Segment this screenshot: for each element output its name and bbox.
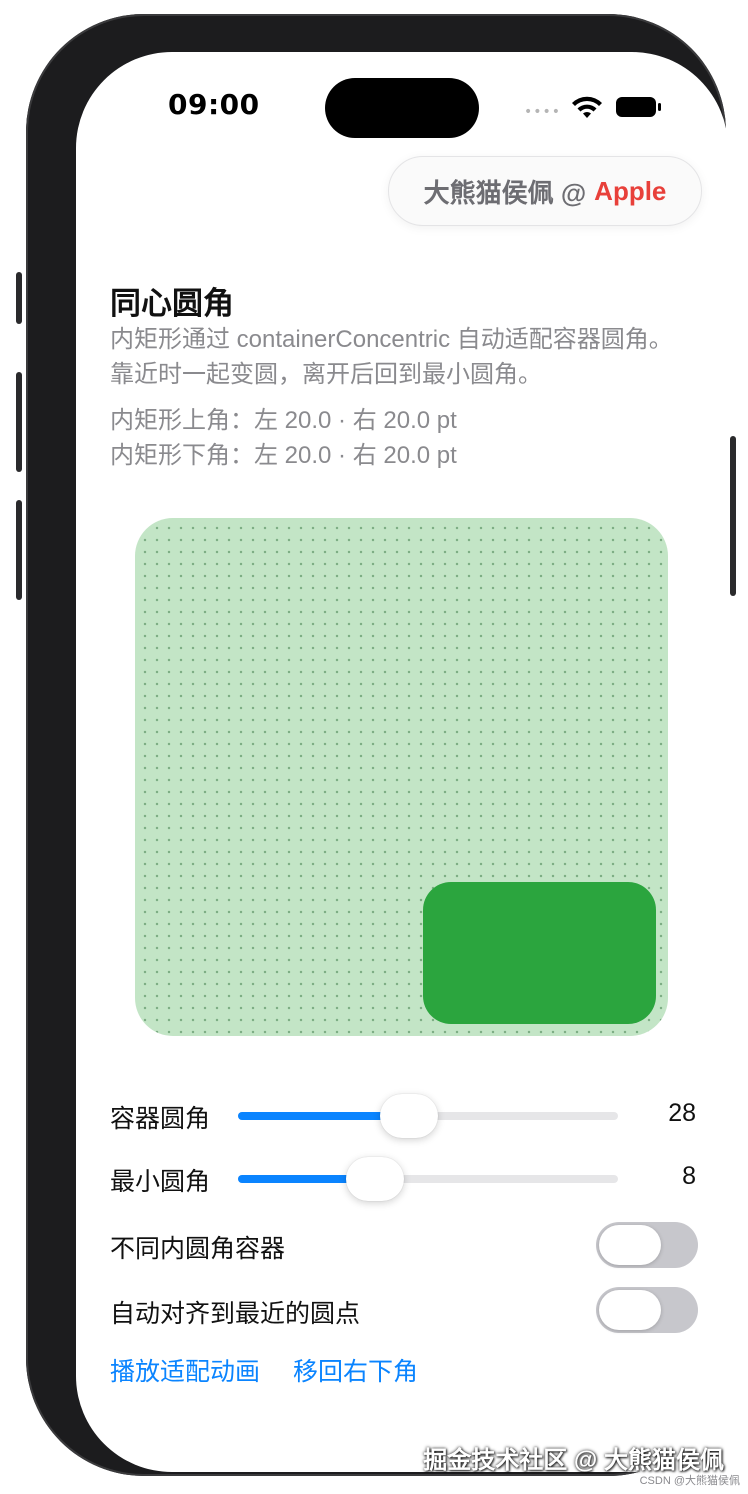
min-radius-value: 8 <box>682 1162 696 1190</box>
phone-frame: 09:00 •••• 大熊猫侯佩 @ Apple 同心圆角 内矩形通过 cont… <box>16 14 736 1476</box>
signal-dots: •••• <box>524 104 562 120</box>
battery-icon <box>616 97 661 117</box>
power-button <box>730 436 736 596</box>
top-corners-info: 内矩形上角：左 20.0 · 右 20.0 pt <box>110 407 457 434</box>
min-radius-slider[interactable] <box>238 1157 618 1201</box>
container-radius-thumb[interactable] <box>380 1094 438 1138</box>
author-name: 大熊猫侯佩 @ <box>423 177 587 208</box>
volume-up-button <box>16 372 22 472</box>
snap-toggle[interactable] <box>596 1287 698 1333</box>
volume-down-button <box>16 500 22 600</box>
min-radius-label: 最小圆角 <box>110 1168 211 1196</box>
watermark: 掘金技术社区 @ 大熊猫侯佩 <box>423 1447 724 1474</box>
container-preview[interactable] <box>135 518 668 1036</box>
move-back-button[interactable]: 移回右下角 <box>293 1352 418 1388</box>
min-radius-thumb[interactable] <box>345 1157 404 1201</box>
author-badge: 大熊猫侯佩 @ Apple <box>388 156 702 226</box>
page-description: 内矩形通过 containerConcentric 自动适配容器圆角。靠近时一起… <box>110 326 673 388</box>
container-radius-label: 容器圆角 <box>110 1105 211 1133</box>
wifi-icon <box>572 96 602 118</box>
snap-toggle-knob <box>599 1290 661 1330</box>
dynamic-island <box>325 78 479 138</box>
status-time: 09:00 <box>168 88 260 121</box>
different-inner-toggle-knob <box>599 1225 661 1265</box>
container-radius-slider[interactable] <box>238 1094 618 1138</box>
watermark-small: CSDN @大熊猫侯佩 <box>639 1475 740 1487</box>
inner-rectangle[interactable] <box>423 882 656 1024</box>
snap-label: 自动对齐到最近的圆点 <box>110 1300 361 1328</box>
action-button <box>16 272 22 324</box>
author-brand: Apple <box>594 175 667 206</box>
bottom-corners-info: 内矩形下角：左 20.0 · 右 20.0 pt <box>110 442 457 469</box>
page-title: 同心圆角 <box>110 286 234 321</box>
container-radius-value: 28 <box>668 1099 696 1127</box>
different-inner-label: 不同内圆角容器 <box>110 1235 286 1263</box>
different-inner-toggle[interactable] <box>596 1222 698 1268</box>
play-animation-button[interactable]: 播放适配动画 <box>110 1352 260 1388</box>
screen: 09:00 •••• 大熊猫侯佩 @ Apple 同心圆角 内矩形通过 cont… <box>76 52 728 1472</box>
